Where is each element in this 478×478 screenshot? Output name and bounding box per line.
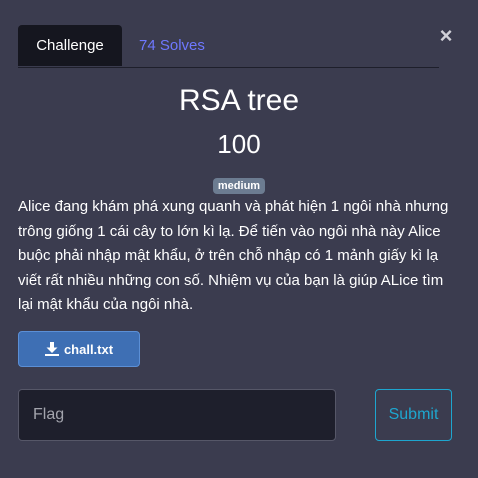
challenge-title: RSA tree (178, 84, 300, 117)
close-icon[interactable]: × (436, 24, 456, 48)
download-file-button[interactable]: chall.txt (18, 331, 140, 367)
download-file-label: chall.txt (63, 341, 114, 357)
challenge-description: Alice đang khám phá xung quanh và phát h… (18, 198, 449, 313)
difficulty-badge-wrapper: medium (0, 176, 478, 194)
download-icon (44, 342, 59, 356)
challenge-points: 100 (217, 129, 261, 159)
tab-challenge[interactable]: Challenge (18, 25, 122, 66)
difficulty-badge: medium (212, 178, 266, 194)
submit-button[interactable]: Submit (375, 389, 452, 441)
tab-bar: Challenge 74 Solves (18, 25, 439, 68)
tab-solves[interactable]: 74 Solves (139, 25, 205, 66)
challenge-modal: × Challenge 74 Solves RSA tree 100 mediu… (0, 0, 478, 478)
flag-input[interactable] (18, 389, 336, 441)
